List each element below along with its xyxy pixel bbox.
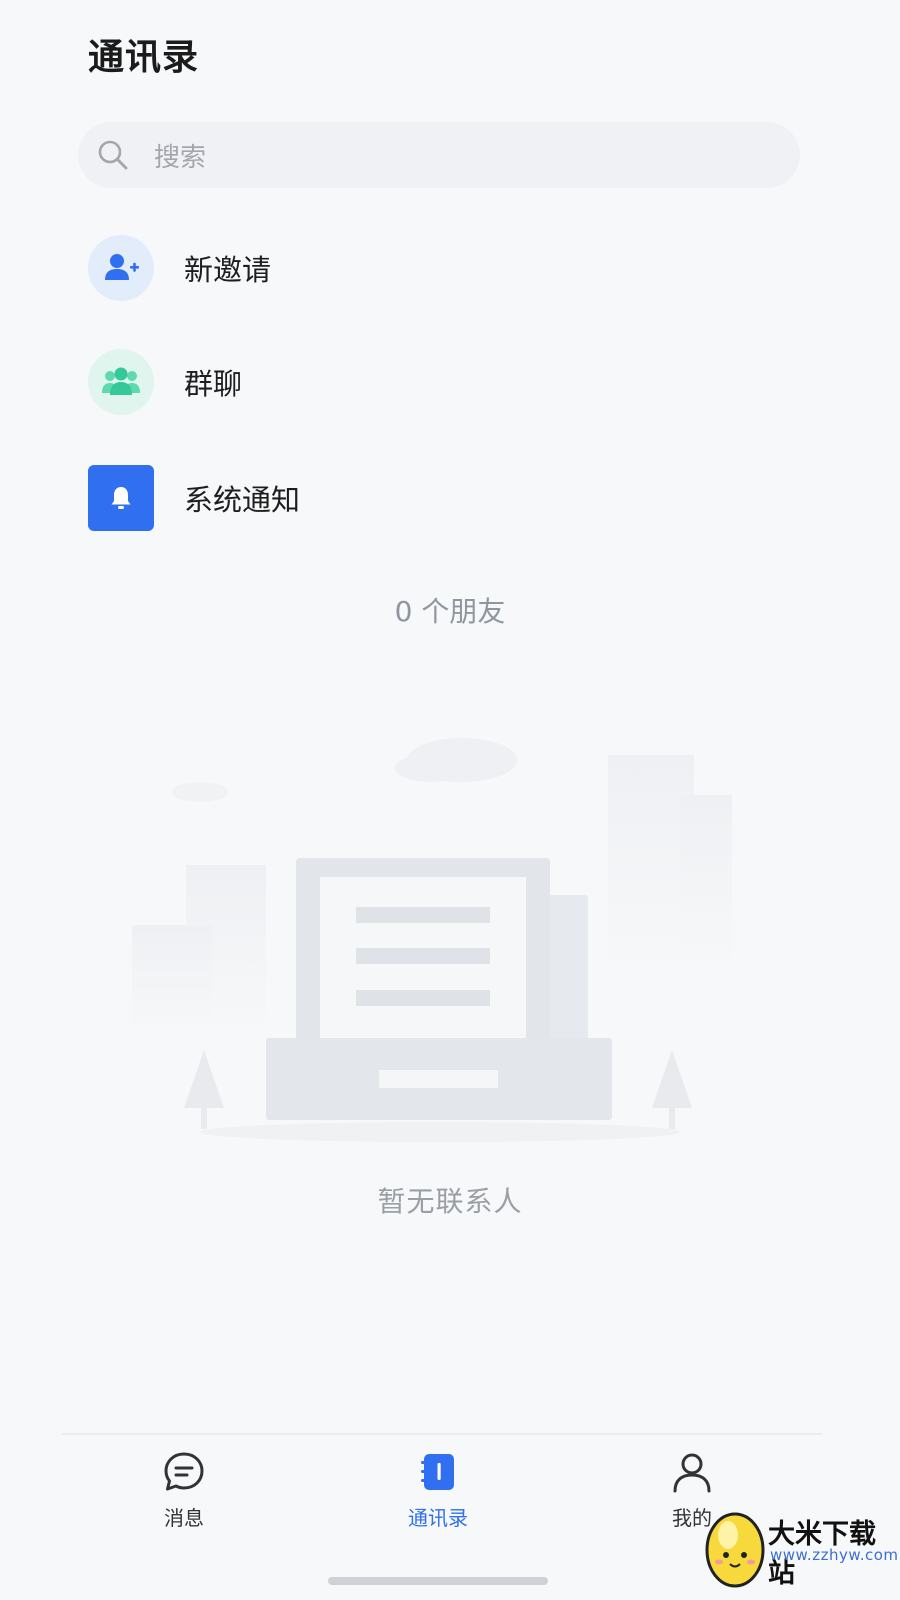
profile-icon	[673, 1453, 711, 1493]
group-icon	[88, 349, 154, 415]
entry-system-notifications[interactable]: 系统通知	[88, 464, 788, 532]
entry-label: 新邀请	[184, 253, 272, 287]
search-input[interactable]: 搜索	[154, 137, 206, 174]
search-icon	[98, 140, 128, 170]
tab-messages[interactable]: 消息	[114, 1450, 254, 1532]
tab-label: 通讯录	[408, 1506, 468, 1530]
entry-label: 系统通知	[184, 483, 301, 517]
contacts-page: 通讯录 搜索 新邀请 群聊 系统通知 0 个朋友 暂无联系人 消息 通讯录 我的…	[0, 0, 900, 1600]
home-indicator[interactable]	[328, 1577, 548, 1585]
tabbar-divider	[62, 1433, 822, 1435]
search-bar[interactable]: 搜索	[78, 122, 800, 188]
entry-new-invitations[interactable]: 新邀请	[88, 234, 788, 302]
contacts-icon	[421, 1454, 454, 1490]
entry-label: 群聊	[184, 367, 243, 401]
tab-contacts[interactable]: 通讯录	[368, 1450, 508, 1532]
empty-contacts-illustration	[132, 738, 732, 1142]
message-icon	[164, 1452, 204, 1491]
page-title: 通讯录	[88, 37, 200, 78]
add-user-icon	[88, 235, 154, 301]
bell-icon	[88, 465, 154, 531]
friend-count: 0 个朋友	[394, 595, 506, 628]
watermark-url: www.zzhyw.com	[770, 1546, 899, 1564]
empty-state-text: 暂无联系人	[377, 1185, 523, 1218]
entry-group-chats[interactable]: 群聊	[88, 348, 788, 416]
tab-label: 消息	[164, 1506, 204, 1530]
